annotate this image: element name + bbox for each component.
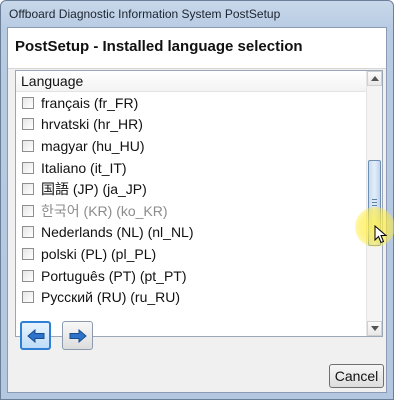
thumb-grip [372, 202, 377, 203]
language-label: Nederlands (NL) (nl_NL) [41, 224, 194, 241]
language-checkbox[interactable] [22, 96, 34, 109]
language-row[interactable]: magyar (hu_HU) [16, 135, 368, 157]
dialog-body: PostSetup - Installed language selection… [7, 27, 387, 393]
list-scrollbar[interactable] [366, 71, 382, 336]
language-checkbox[interactable] [22, 247, 34, 260]
language-checkbox[interactable] [22, 204, 34, 217]
scroll-down-button[interactable] [367, 321, 382, 336]
language-row[interactable]: français (fr_FR) [16, 92, 368, 114]
triangle-down-icon [370, 326, 379, 331]
scroll-up-button[interactable] [367, 71, 382, 86]
navigation-bar [15, 320, 115, 356]
mouse-pointer-icon [374, 225, 388, 244]
list-column-header[interactable]: Language [16, 71, 368, 92]
forward-button[interactable] [62, 321, 93, 350]
language-checkbox[interactable] [22, 183, 34, 196]
language-label: hrvatski (hr_HR) [41, 116, 143, 133]
page-title: PostSetup - Installed language selection [15, 38, 303, 55]
cancel-button[interactable]: Cancel [329, 364, 384, 388]
language-checkbox[interactable] [22, 269, 34, 282]
language-label: 国語 (JP) (ja_JP) [41, 181, 147, 198]
language-label: magyar (hu_HU) [41, 137, 145, 154]
language-row[interactable]: Português (PT) (pt_PT) [16, 265, 368, 287]
language-row[interactable]: Nederlands (NL) (nl_NL) [16, 222, 368, 244]
language-checkbox[interactable] [22, 139, 34, 152]
title-bar[interactable]: Offboard Diagnostic Information System P… [1, 1, 393, 27]
language-row[interactable]: 国語 (JP) (ja_JP) [16, 178, 368, 200]
postsetup-window: Offboard Diagnostic Information System P… [0, 0, 394, 400]
language-checkbox[interactable] [22, 291, 34, 304]
header-strip: PostSetup - Installed language selection [8, 28, 386, 69]
language-rows: français (fr_FR) hrvatski (hr_HR) magyar… [16, 92, 368, 308]
language-label: Português (PT) (pt_PT) [41, 267, 187, 284]
arrow-left-icon [26, 328, 44, 343]
thumb-grip [372, 199, 377, 200]
language-row[interactable]: Русский (RU) (ru_RU) [16, 286, 368, 308]
language-label: Русский (RU) (ru_RU) [41, 289, 181, 306]
language-list[interactable]: Language français (fr_FR) hrvatski (hr_H… [15, 70, 383, 337]
thumb-grip [372, 205, 377, 206]
back-button[interactable] [20, 321, 51, 350]
language-row[interactable]: 한국어 (KR) (ko_KR) [16, 200, 368, 222]
language-label: polski (PL) (pl_PL) [41, 245, 157, 262]
column-header-label: Language [21, 73, 84, 89]
language-label: 한국어 (KR) (ko_KR) [41, 202, 168, 219]
language-checkbox[interactable] [22, 118, 34, 131]
language-row[interactable]: hrvatski (hr_HR) [16, 114, 368, 136]
language-checkbox[interactable] [22, 226, 34, 239]
arrow-right-icon [69, 328, 87, 343]
triangle-up-icon [370, 76, 379, 81]
language-label: Italiano (it_IT) [41, 159, 127, 176]
window-title: Offboard Diagnostic Information System P… [9, 7, 281, 21]
language-checkbox[interactable] [22, 161, 34, 174]
language-row[interactable]: polski (PL) (pl_PL) [16, 243, 368, 265]
language-label: français (fr_FR) [41, 94, 139, 111]
language-row[interactable]: Italiano (it_IT) [16, 157, 368, 179]
